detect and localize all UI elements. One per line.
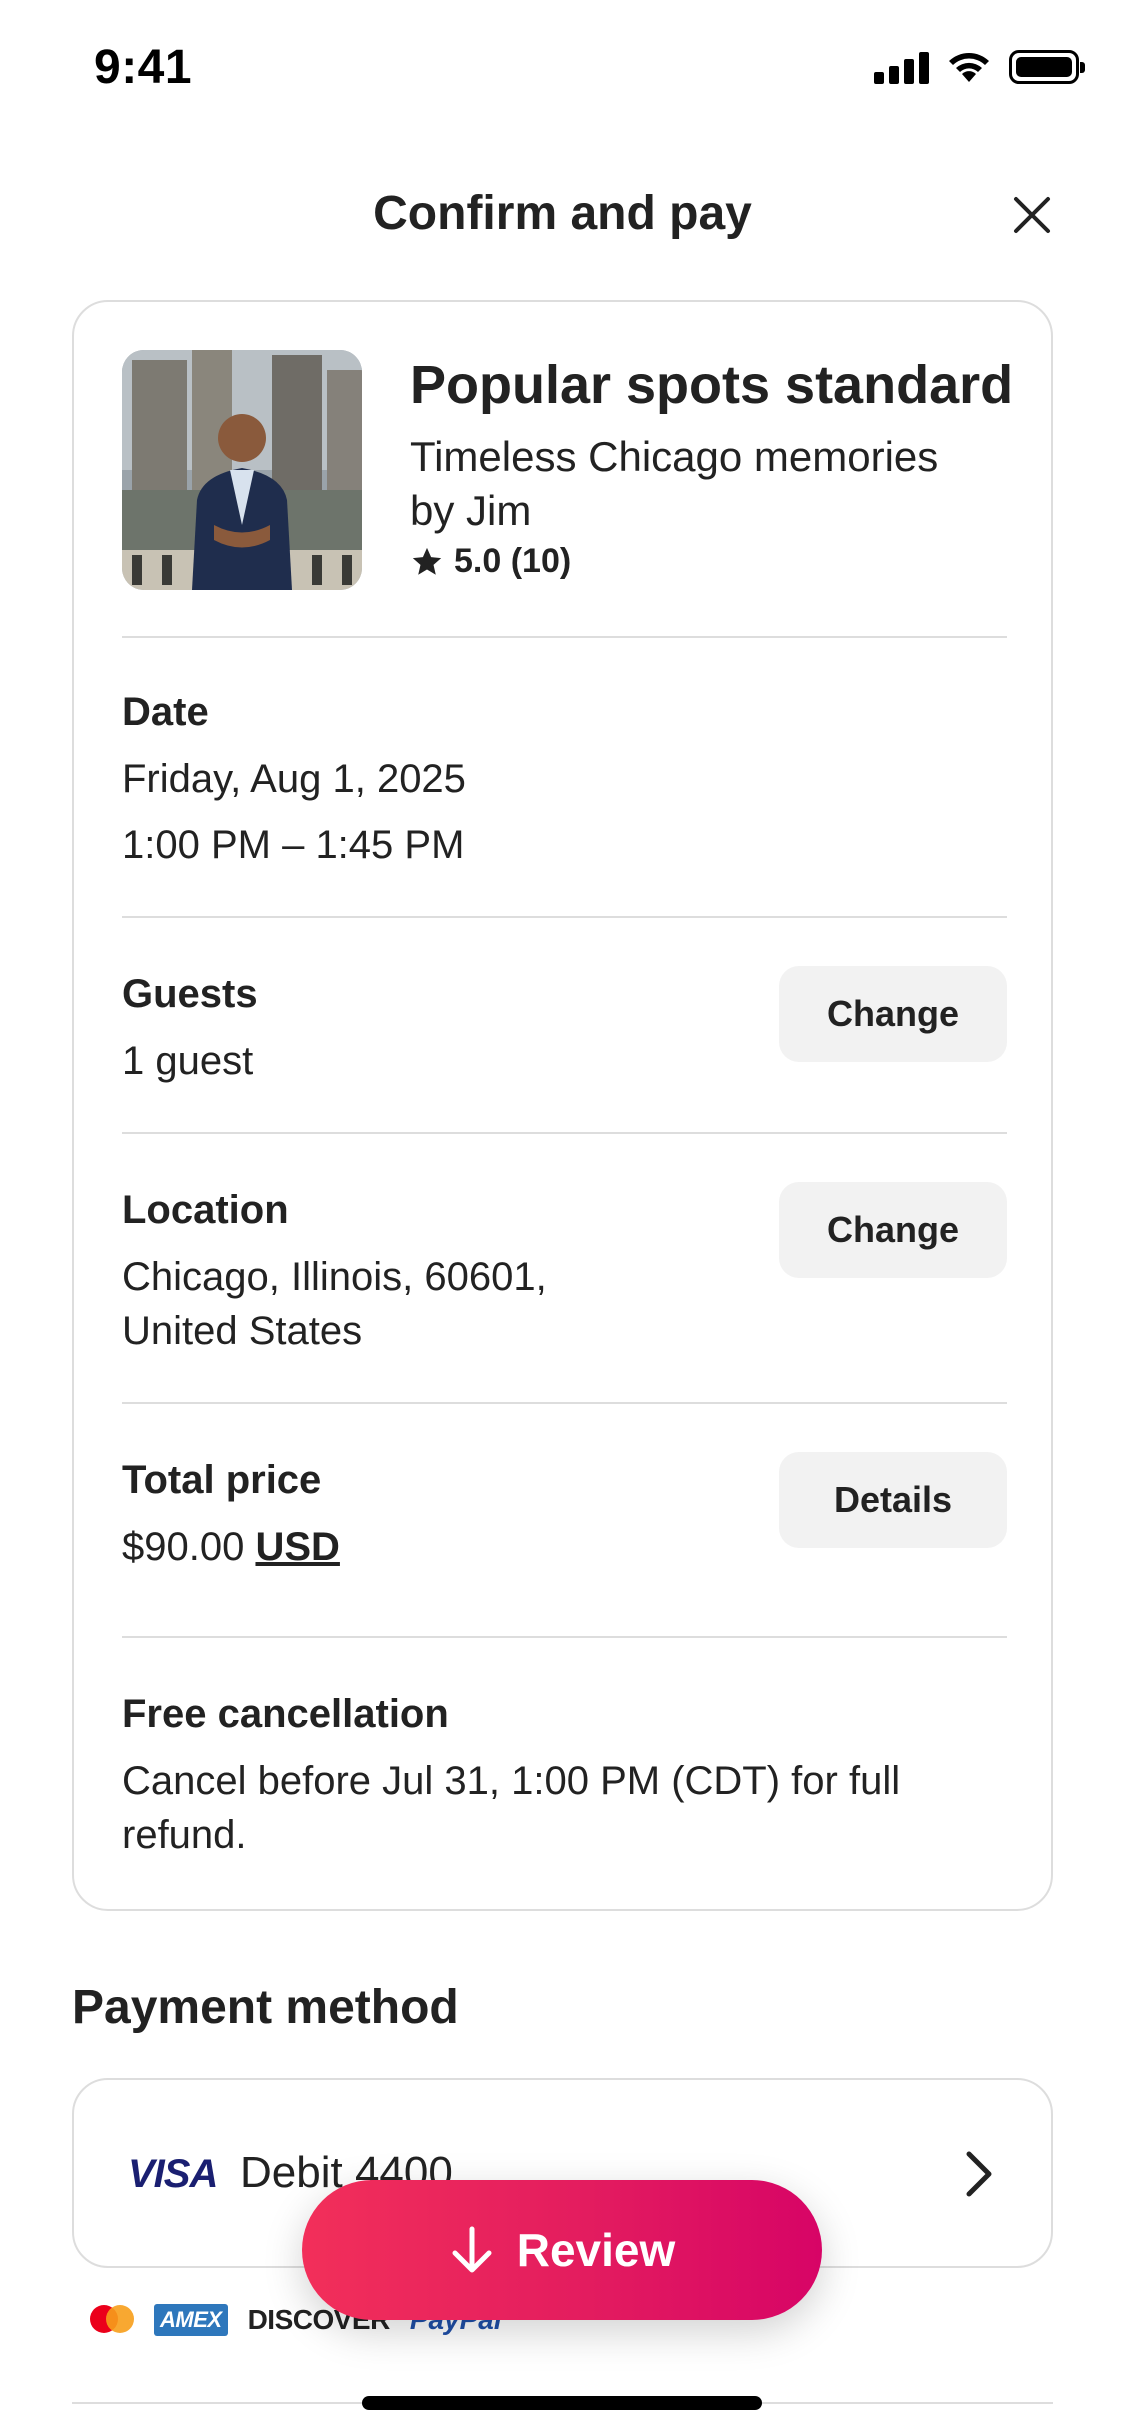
total-price-section: Total price $90.00 USD Details	[122, 1452, 1007, 1572]
review-button[interactable]: Review	[302, 2180, 822, 2320]
arrow-down-icon	[452, 2226, 492, 2273]
date-time-range: 1:00 PM – 1:45 PM	[122, 823, 465, 867]
header: Confirm and pay	[0, 170, 1125, 260]
payment-heading: Payment method	[72, 1981, 459, 2034]
divider	[122, 1636, 1007, 1638]
change-location-button[interactable]: Change	[779, 1182, 1007, 1278]
wifi-icon	[949, 53, 989, 82]
date-label: Date	[122, 690, 209, 734]
divider	[122, 636, 1007, 638]
cancellation-text: Cancel before Jul 31, 1:00 PM (CDT) for …	[122, 1759, 901, 1857]
listing-summary: Popular spots standard Timeless Chicago …	[122, 350, 1013, 638]
home-indicator	[362, 2396, 762, 2410]
close-icon	[1014, 197, 1050, 233]
star-icon	[412, 547, 442, 575]
cancellation-label: Free cancellation	[122, 1692, 449, 1736]
battery-icon	[1009, 50, 1085, 84]
price-amount: $90.00	[122, 1525, 245, 1569]
status-icons	[874, 50, 1085, 84]
chevron-right-icon	[966, 2151, 992, 2197]
status-bar: 9:41	[0, 0, 1125, 140]
status-time: 9:41	[94, 41, 193, 94]
currency-link[interactable]: USD	[255, 1525, 339, 1569]
listing-rating: 5.0 (10)	[410, 542, 571, 581]
date-day: Friday, Aug 1, 2025	[122, 757, 466, 801]
location-value: Chicago, Illinois, 60601, United States	[122, 1255, 547, 1353]
location-section: Location Chicago, Illinois, 60601, Unite…	[122, 1182, 1007, 1362]
listing-title: Popular spots standard	[410, 355, 1014, 415]
change-guests-button[interactable]: Change	[779, 966, 1007, 1062]
listing-subtitle: Timeless Chicago memories by Jim	[410, 433, 939, 534]
price-details-button[interactable]: Details	[779, 1452, 1007, 1548]
listing-photo	[122, 350, 362, 590]
cancellation-section: Free cancellation Cancel before Jul 31, …	[122, 1686, 1007, 1862]
signal-icon	[874, 50, 929, 84]
rating-value: 5.0 (10)	[454, 542, 572, 580]
divider	[122, 1132, 1007, 1134]
divider	[122, 1402, 1007, 1404]
booking-summary-card: Popular spots standard Timeless Chicago …	[72, 300, 1053, 1911]
visa-logo: VISA	[128, 2152, 218, 2196]
review-button-label: Review	[516, 2224, 676, 2276]
close-button[interactable]	[997, 180, 1067, 250]
amex-logo: AMEX	[154, 2304, 228, 2336]
page-title: Confirm and pay	[373, 187, 752, 240]
mastercard-icon	[90, 2305, 134, 2335]
divider	[122, 916, 1007, 918]
guests-section: Guests 1 guest Change	[122, 966, 1007, 1086]
date-section: Date Friday, Aug 1, 2025 1:00 PM – 1:45 …	[122, 684, 1007, 872]
